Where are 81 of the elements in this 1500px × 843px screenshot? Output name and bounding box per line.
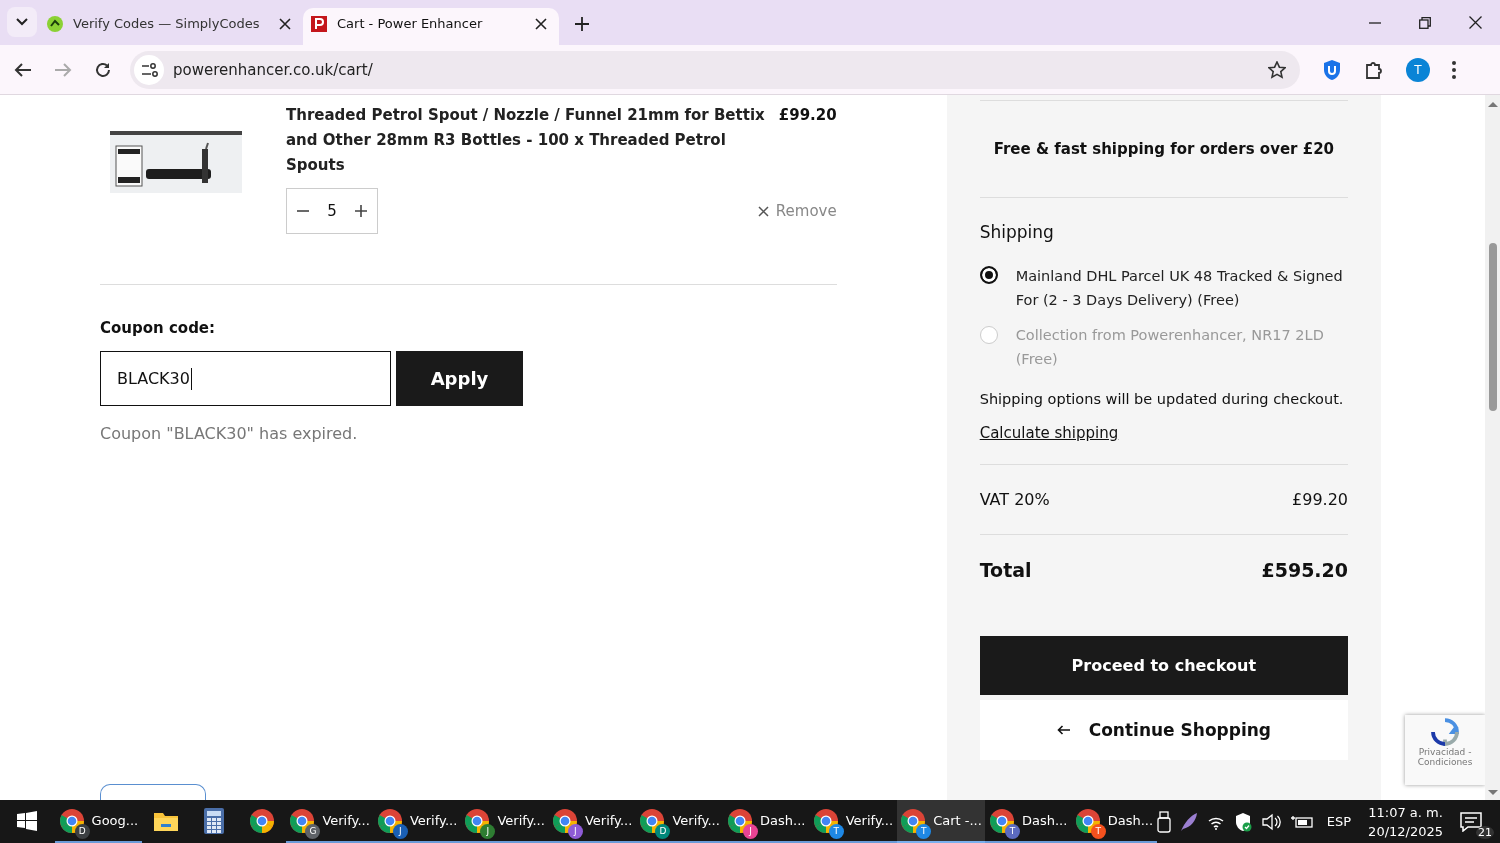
quantity-stepper[interactable]: 5 [286,188,378,234]
scrollbar[interactable] [1485,95,1500,800]
new-tab-icon[interactable] [575,17,589,31]
security-shield-icon[interactable] [1233,811,1252,832]
vat-amount: £99.20 [1292,490,1349,509]
close-icon[interactable] [535,17,547,30]
taskbar-button[interactable]: D Goog... [55,800,142,843]
browser-icon [1074,807,1101,834]
usb-drive-icon[interactable] [1156,810,1171,833]
taskbar-button[interactable]: T Dash... [1071,800,1157,843]
extensions-icon[interactable] [1364,59,1384,80]
remove-link[interactable]: Remove [775,202,837,220]
taskbar-button[interactable]: J Verify... [460,800,549,843]
taskbar-button[interactable]: T Verify... [809,800,897,843]
shipping-note: Shipping options will be updated during checkout. [979,391,1345,407]
radio-button[interactable] [979,266,998,284]
checkout-button[interactable]: Proceed to checkout [979,636,1349,695]
restore-icon[interactable] [1419,16,1431,29]
browser-icon [464,807,491,834]
browser-icon [289,807,316,834]
promo-text: Free & fast shipping for orders over £20 [979,100,1349,198]
recaptcha-badge[interactable]: Privacidad - Condiciones [1405,715,1486,785]
more-menu-icon[interactable] [1452,60,1456,79]
coupon-field[interactable]: BLACK30 [100,351,391,406]
plus-icon[interactable] [354,204,369,218]
quantity-value: 5 [327,202,337,220]
notification-count: 21 [1476,825,1495,839]
battery-charging-icon[interactable] [1289,813,1314,830]
total-label: Total [979,558,1032,581]
browser-icon [989,807,1015,834]
total-amount: £595.20 [1261,558,1349,581]
browser-tab[interactable]: Verify Codes — SimplyCodes [47,8,303,45]
taskbar-button[interactable]: T Cart -... [896,800,986,843]
arrow-left-icon [1056,725,1071,735]
browser-icon [900,807,927,834]
close-icon[interactable] [1469,16,1482,29]
reload-icon[interactable] [94,60,112,79]
browser-tab[interactable]: Cart - Power Enhancer [303,8,559,45]
windows-start-icon[interactable] [17,811,37,831]
address-bar[interactable]: powerenhancer.co.uk/cart/ [130,50,1300,89]
calculator-icon [202,807,225,834]
site-settings-icon[interactable] [134,54,164,85]
taskbar-button[interactable]: J Verify... [548,800,636,843]
taskbar-button[interactable]: G Verify... [285,800,374,843]
language-indicator[interactable]: ESP [1326,814,1352,829]
site-icon [47,15,63,32]
browser-icon [727,807,754,834]
vat-label: VAT 20% [979,490,1050,509]
tab-list-icon[interactable] [7,7,37,37]
apply-button[interactable]: Apply [396,351,523,406]
browser-icon [551,807,578,834]
taskbar-button[interactable]: J Dash... [723,800,810,843]
close-icon[interactable] [757,205,769,217]
recaptcha-links[interactable]: Privacidad - Condiciones [1405,747,1486,767]
back-icon[interactable] [14,61,32,78]
shield-icon[interactable] [1322,58,1342,81]
close-icon[interactable] [279,17,291,30]
product-price: £99.20 [778,105,837,126]
error-message: Coupon "BLACK30" has expired. [100,424,359,443]
volume-icon[interactable] [1260,812,1281,831]
browser-icon [248,807,275,834]
browser-icon [376,807,403,834]
clock-date[interactable]: 20/12/2025 [1368,821,1444,841]
clock-time[interactable]: 11:07 a. m. [1368,802,1443,822]
site-icon [311,15,327,32]
shipping-option-label[interactable]: Mainland DHL Parcel UK 48 Tracked & Signed For (2 - 3 Days Delivery) (Free) [1015,264,1349,312]
url-text: powerenhancer.co.uk/cart/ [173,60,374,79]
coupon-label: Coupon code: [100,319,217,337]
browser-icon [812,807,839,834]
taskbar-button[interactable]: T Dash... [985,800,1072,843]
taskbar-button[interactable]: J Verify... [373,800,461,843]
bookmark-star-icon[interactable] [1268,60,1286,79]
continue-shopping-button[interactable]: Continue Shopping [979,700,1349,760]
feather-icon[interactable] [1179,811,1198,832]
product-title[interactable]: Threaded Petrol Spout / Nozzle / Funnel 21mm for Bettix and Other 28mm R3 Bottles - 100 x Threaded Petrol Spouts [286,103,767,178]
browser-icon [58,807,85,834]
shipping-heading: Shipping [979,222,1055,242]
browser-icon [639,807,666,834]
taskbar-button[interactable]: D Verify... [635,800,724,843]
calculate-shipping-link[interactable]: Calculate shipping [979,424,1119,442]
profile-avatar[interactable]: T [1406,57,1430,82]
